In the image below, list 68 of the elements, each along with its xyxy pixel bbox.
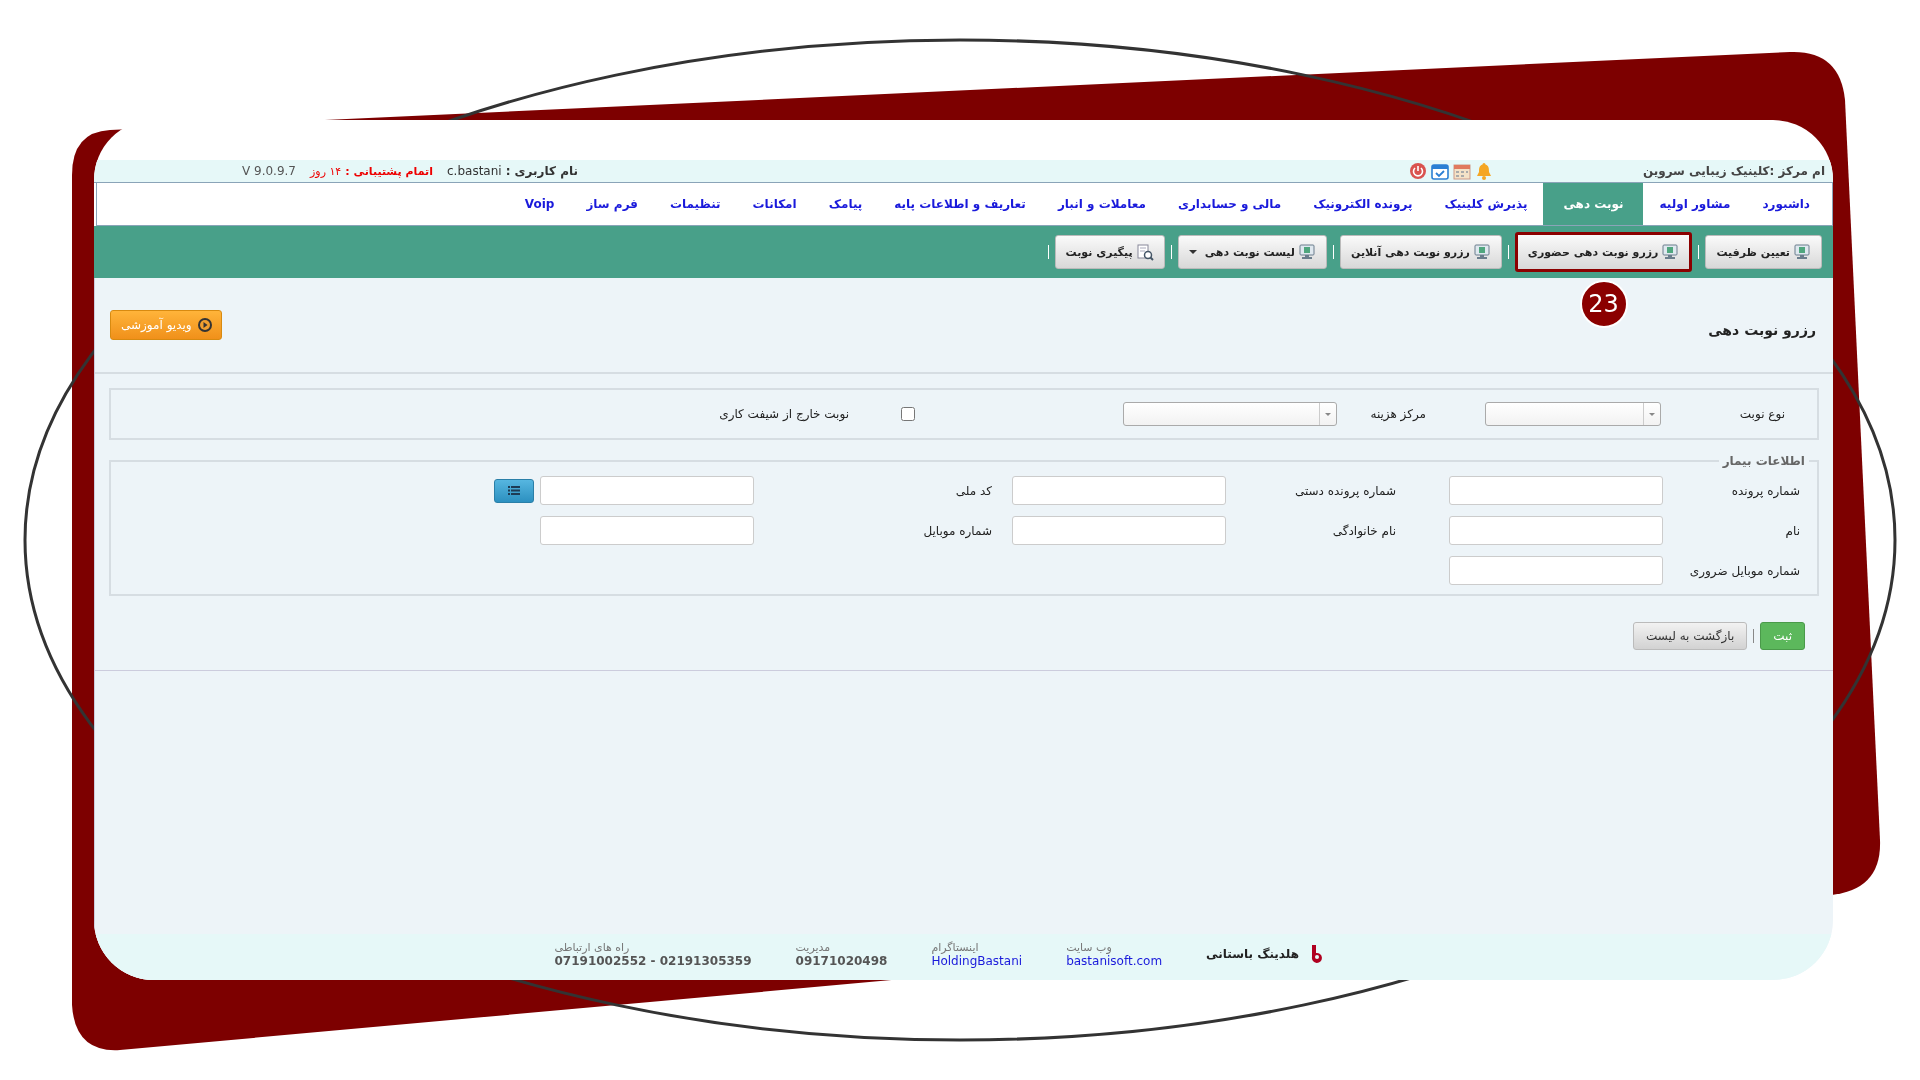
contact-link[interactable]: HoldingBastani bbox=[931, 953, 1023, 968]
nav-tab[interactable]: تعاریف و اطلاعات پایه bbox=[878, 183, 1042, 225]
monitor-icon bbox=[1794, 243, 1811, 261]
page-title: رزرو نوبت دهی bbox=[1708, 322, 1816, 338]
contact-label: راه های ارتباطی bbox=[554, 940, 630, 954]
contact-label: وب سایت bbox=[1066, 940, 1112, 954]
nav-tab[interactable]: داشبورد bbox=[1746, 183, 1826, 225]
monitor-icon bbox=[1299, 243, 1316, 261]
username: c.bastani bbox=[447, 164, 502, 178]
toolbar-button[interactable]: لیست نوبت دهی bbox=[1177, 235, 1327, 269]
nav-tab[interactable]: معاملات و انبار bbox=[1041, 183, 1162, 225]
username-label: نام کاربری : bbox=[505, 164, 578, 178]
field-label: شماره پرونده دستی bbox=[1293, 483, 1396, 498]
nav-tab[interactable]: فرم ساز bbox=[570, 183, 654, 225]
support-label: اتمام پشتیبانی : bbox=[345, 164, 433, 178]
nav-tab[interactable]: پرونده الکترونیک bbox=[1297, 183, 1429, 225]
document-search-icon bbox=[1136, 243, 1154, 261]
field-label: مرکز هزینه bbox=[1369, 407, 1426, 421]
logo-icon bbox=[1309, 945, 1323, 963]
contact-value: 07191002552 - 02191305359 bbox=[554, 953, 752, 968]
off-shift-checkbox[interactable] bbox=[901, 407, 915, 421]
field-label: کد ملی bbox=[954, 483, 992, 498]
company-name: هلدینگ باستانی bbox=[1206, 947, 1299, 961]
nav-tab[interactable]: امکانات bbox=[736, 183, 813, 225]
play-icon bbox=[196, 317, 213, 333]
bell-icon[interactable] bbox=[1474, 162, 1493, 180]
nav-tab[interactable]: مالی و حسابداری bbox=[1161, 183, 1298, 225]
text-field[interactable] bbox=[540, 516, 754, 545]
text-field[interactable] bbox=[1449, 516, 1663, 545]
text-field[interactable] bbox=[1449, 556, 1663, 585]
power-icon[interactable] bbox=[1408, 162, 1427, 180]
contact-value: 09171020498 bbox=[795, 953, 888, 968]
list-icon bbox=[508, 486, 520, 495]
calendar-icon[interactable] bbox=[1452, 162, 1471, 180]
toolbar-button[interactable]: تعیین ظرفیت bbox=[1705, 235, 1822, 269]
field-label: نام خانوادگی bbox=[1331, 523, 1396, 538]
field-label: شماره موبایل bbox=[922, 523, 992, 538]
monitor-icon bbox=[1473, 243, 1491, 261]
field-label: نام bbox=[1784, 523, 1800, 538]
text-field[interactable] bbox=[1012, 516, 1226, 545]
contact-label: اینستاگرام bbox=[931, 940, 979, 954]
text-field[interactable] bbox=[1449, 476, 1663, 505]
field-label: شماره پرونده bbox=[1730, 483, 1800, 498]
nav-tab[interactable]: تنظیمات bbox=[653, 183, 737, 225]
section-legend: اطلاعات بیمار bbox=[1718, 454, 1809, 468]
back-button[interactable]: بازگشت به لیست bbox=[1633, 622, 1748, 650]
nav-tab[interactable]: پیامک bbox=[812, 183, 879, 225]
nav-tab[interactable]: مشاور اولیه bbox=[1643, 183, 1747, 225]
version-text: V 9.0.9.7 bbox=[242, 164, 296, 178]
cost-center-select[interactable] bbox=[1123, 402, 1337, 426]
monitor-icon bbox=[1662, 243, 1680, 261]
nav-tab[interactable]: Voip bbox=[508, 183, 571, 225]
toolbar-button[interactable]: رزرو نوبت دهی حضوری bbox=[1514, 232, 1693, 272]
support-days: ۱۴ روز bbox=[310, 164, 342, 178]
toolbar-button[interactable]: رزرو نوبت دهی آنلاین bbox=[1340, 235, 1502, 269]
nav-tab[interactable]: پذیرش کلینیک bbox=[1428, 183, 1544, 225]
center-name: ام مرکز :کلینیک زیبایی سروین bbox=[1642, 164, 1825, 178]
text-field[interactable] bbox=[540, 476, 754, 505]
contact-label: مدیریت bbox=[795, 940, 831, 954]
checkbox-label: نوبت خارج از شیفت کاری bbox=[719, 407, 849, 421]
field-label: نوع نوبت bbox=[1738, 407, 1785, 421]
toolbar-button[interactable]: پیگیری نوبت bbox=[1054, 235, 1165, 269]
field-label: شماره موبایل ضروری bbox=[1688, 563, 1800, 578]
contact-link[interactable]: bastanisoft.com bbox=[1066, 953, 1163, 968]
calendar-check-icon[interactable] bbox=[1430, 162, 1449, 180]
list-button[interactable] bbox=[494, 478, 534, 503]
text-field[interactable] bbox=[1012, 476, 1226, 505]
appointment-type-select[interactable] bbox=[1485, 402, 1661, 426]
